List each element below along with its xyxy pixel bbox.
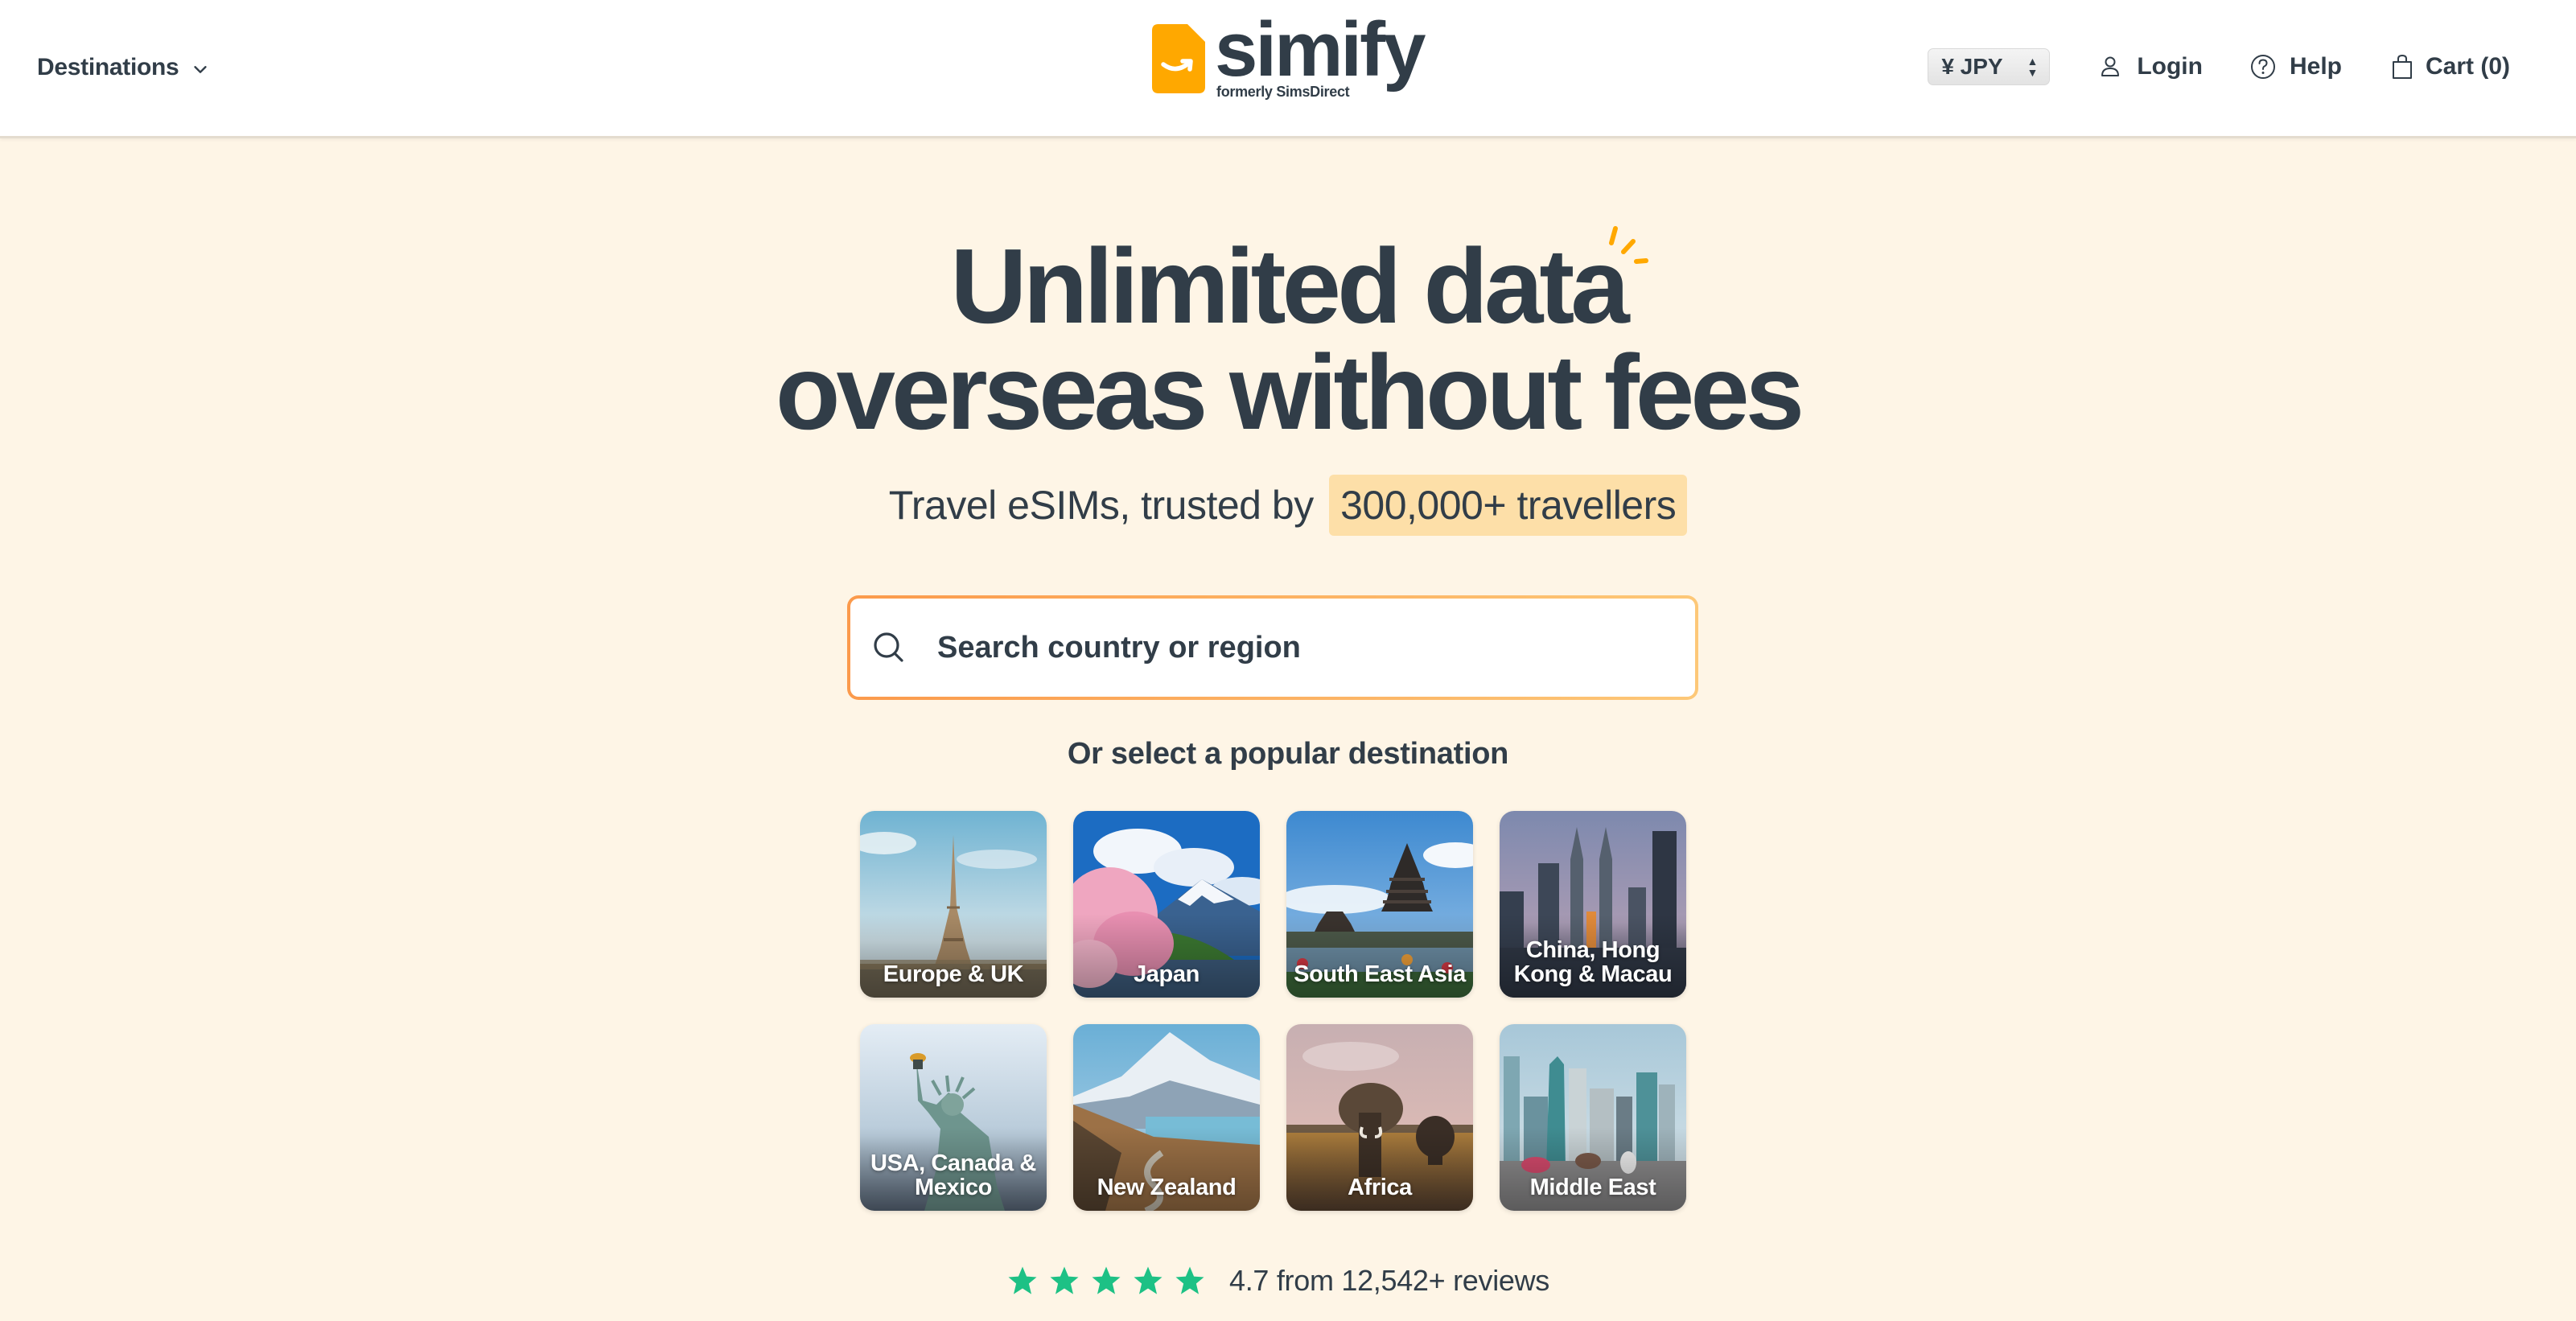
search-box[interactable] [847, 595, 1698, 700]
cart-label: Cart (0) [2425, 53, 2510, 80]
star-icon [1134, 1266, 1162, 1294]
destination-label: Middle East [1529, 1175, 1656, 1200]
hero-subtitle: Travel eSIMs, trusted by 300,000+ travel… [0, 475, 2576, 536]
login-link[interactable]: Login [2097, 53, 2203, 80]
shopping-bag-icon [2392, 54, 2412, 79]
search-icon [874, 632, 903, 662]
header-right-nav: ¥ JPY ▲ ▼ Login Help Cart (0) [1928, 47, 2510, 87]
destination-tile-europe-uk[interactable]: Europe & UK [860, 811, 1047, 998]
destination-tile-new-zealand[interactable]: New Zealand [1073, 1024, 1260, 1211]
search-box-inner [850, 599, 1695, 697]
destination-tile-middle-east[interactable]: Middle East [1500, 1024, 1686, 1211]
destination-tile-china-hong-kong-macau[interactable]: China, Hong Kong & Macau [1500, 811, 1686, 998]
popular-destinations-heading: Or select a popular destination [1067, 737, 1509, 771]
help-label: Help [2289, 53, 2342, 80]
login-label: Login [2137, 53, 2203, 80]
chevron-down-icon [194, 66, 208, 73]
reviews-rating[interactable]: 4.7 from 12,542+ reviews [1006, 1257, 1549, 1305]
destinations-menu[interactable]: Destinations [37, 50, 209, 85]
user-icon [2101, 56, 2120, 76]
cart-link[interactable]: Cart (0) [2389, 53, 2510, 80]
logo-subtitle: formerly SimsDirect [1216, 84, 1350, 100]
currency-value: ¥ JPY [1941, 54, 2003, 79]
select-arrows-icon: ▲ ▼ [2027, 55, 2039, 79]
destinations-label: Destinations [37, 54, 179, 80]
destination-label: USA, Canada & Mexico [870, 1150, 1036, 1200]
star-icon [1050, 1266, 1079, 1294]
hero-title-line-2: overseas without fees [775, 333, 1804, 451]
site-header: Destinations simify formerly SimsDirect … [0, 0, 2576, 138]
destination-label: Japan [1134, 961, 1200, 987]
destination-tile-japan[interactable]: Japan [1073, 811, 1260, 998]
rating-text: 4.7 from 12,542+ reviews [1229, 1264, 1550, 1297]
destination-grid: Europe & UK Japan South East Asia China,… [860, 811, 1687, 1211]
destination-label: Europe & UK [883, 961, 1024, 987]
destination-label: China, Hong Kong & Macau [1513, 937, 1673, 987]
destination-tile-south-east-asia[interactable]: South East Asia [1286, 811, 1473, 998]
simify-logo[interactable]: simify formerly SimsDirect [1152, 11, 1426, 108]
star-icon [1008, 1266, 1037, 1294]
logo-wordmark: simify [1215, 6, 1426, 93]
sparkle-accent-icon [1609, 226, 1648, 264]
help-link[interactable]: Help [2249, 53, 2342, 80]
destination-label: South East Asia [1294, 961, 1466, 987]
hero-title-line-1: Unlimited data [950, 227, 1629, 345]
sim-card-logo-icon [1152, 24, 1205, 93]
destination-tile-usa-canada-mexico[interactable]: USA, Canada & Mexico [860, 1024, 1047, 1211]
star-rating [1006, 1264, 1207, 1298]
help-circle-icon [2250, 55, 2275, 79]
search-input[interactable] [937, 623, 1661, 672]
destination-label: Africa [1348, 1175, 1412, 1200]
currency-select[interactable]: ¥ JPY ▲ ▼ [1928, 48, 2051, 85]
star-icon [1175, 1266, 1204, 1294]
destination-tile-africa[interactable]: Africa [1286, 1024, 1473, 1211]
hero-title: Unlimited data overseas without fees [0, 233, 2576, 446]
star-icon [1092, 1266, 1121, 1294]
subtitle-prefix: Travel eSIMs, trusted by [888, 483, 1315, 528]
destination-label: New Zealand [1097, 1175, 1237, 1200]
travellers-count-highlight: 300,000+ travellers [1329, 475, 1688, 536]
